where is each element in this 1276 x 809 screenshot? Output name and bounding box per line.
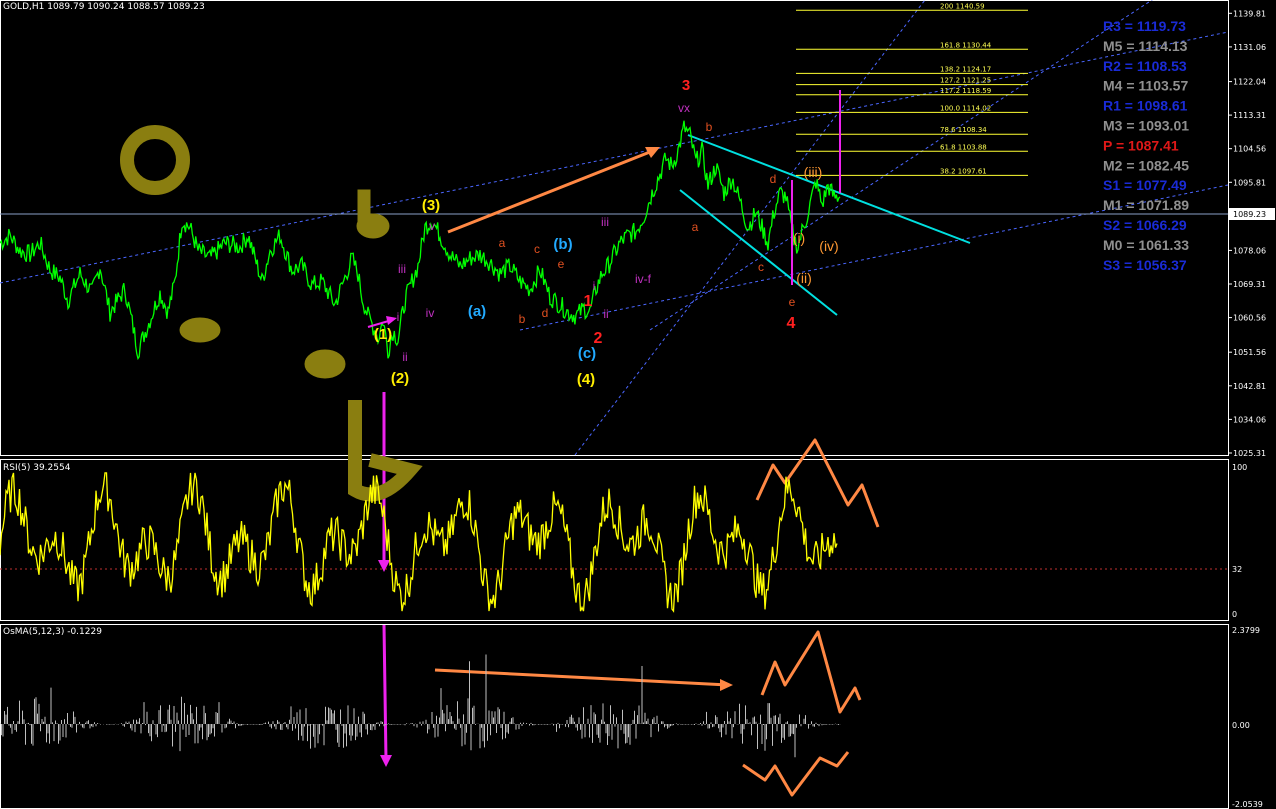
wave-label: c (534, 242, 540, 256)
wave-label: (iv) (819, 238, 838, 254)
wave-label: d (542, 306, 549, 320)
price-tick: 1104.56 (1233, 145, 1266, 154)
rsi-title: RSI(5) 39.2554 (3, 463, 71, 473)
pivot-level: M4 = 1103.57 (1103, 78, 1188, 94)
wave-label: ii (402, 350, 407, 364)
pivot-level: S1 = 1077.49 (1103, 177, 1187, 193)
wave-label: (c) (578, 345, 596, 362)
wave-label: (4) (577, 371, 595, 388)
wave-label: 3 (682, 77, 690, 94)
price-tick: 1078.06 (1233, 246, 1266, 255)
wave-label: iv (426, 306, 435, 320)
fib-label: 161.8 1130.44 (940, 41, 992, 49)
wave-label: a (499, 236, 506, 250)
wave-label: i (593, 279, 596, 293)
osma-tick: -2.0539 (1232, 800, 1263, 809)
price-tick: 1131.06 (1233, 43, 1266, 52)
wave-label: (1) (374, 326, 392, 343)
fib-label: 61.8 1103.88 (940, 143, 987, 151)
wave-label: (3) (422, 197, 440, 214)
wave-label: iv-f (635, 272, 652, 286)
wave-label: d (770, 172, 777, 186)
pivot-level: S2 = 1066.29 (1103, 217, 1187, 233)
wave-labels: 3vxbadce4(iii)(i)(ii)(iv)(3)viiiiviii(1)… (374, 77, 839, 388)
pane-frames (0, 0, 1229, 809)
fib-label: 78.6 1108.34 (940, 126, 987, 134)
annotation-arrows (367, 90, 841, 767)
osma-tick: 2.3799 (1232, 626, 1260, 635)
price-tick: 1069.31 (1233, 280, 1266, 289)
trading-chart[interactable]: 200 1140.59 161.8 1130.44 138.2 1124.17 127… (0, 0, 1276, 809)
wave-label: 4 (787, 315, 796, 332)
rsi-tick: 0 (1232, 610, 1237, 619)
wave-label: 1 (584, 293, 593, 310)
pivot-level: M0 = 1061.33 (1103, 237, 1189, 253)
osma-axis: 2.3799 0.00 -2.0539 (1232, 626, 1263, 809)
rsi-series (0, 472, 838, 613)
pivot-level: R1 = 1098.61 (1103, 98, 1188, 114)
wave-label: a (692, 220, 699, 234)
wave-label: (2) (391, 370, 409, 387)
wave-label: c (758, 260, 764, 274)
pivot-level: M5 = 1114.13 (1103, 38, 1188, 54)
triangle-lines (679, 134, 971, 316)
rsi-axis: 100 32 0 (1232, 463, 1247, 619)
price-tick: 1034.06 (1233, 415, 1266, 424)
wave-label: ii (603, 307, 608, 321)
wave-label: b (519, 312, 526, 326)
rsi-tick: 100 (1232, 463, 1247, 472)
osma-title: OsMA(5,12,3) -0.1229 (3, 627, 102, 637)
fibonacci-levels: 200 1140.59 161.8 1130.44 138.2 1124.17 127… (796, 2, 1028, 176)
rsi-line (0, 472, 838, 613)
price-tick: 1025.31 (1233, 449, 1266, 458)
price-tick: 1095.81 (1233, 178, 1266, 187)
fib-label: 100.0 1114.02 (940, 104, 991, 112)
pivot-levels: R3 = 1119.73 M5 = 1114.13 R2 = 1108.53 M4 =… (1103, 18, 1189, 273)
wave-label: (ii) (796, 270, 812, 286)
main-chart-title: GOLD,H1 1089.79 1090.24 1088.57 1089.23 (3, 2, 205, 12)
price-tick: 1139.81 (1233, 9, 1266, 18)
price-tick: 1051.56 (1233, 348, 1266, 357)
rsi-tick: 32 (1232, 565, 1242, 574)
pivot-level: S3 = 1056.37 (1103, 257, 1187, 273)
osma-bars (0, 654, 841, 758)
fib-label: 138.2 1124.17 (940, 65, 991, 73)
pivot-level: M1 = 1071.89 (1103, 197, 1189, 213)
price-tick: 1060.56 (1233, 314, 1266, 323)
fib-label: 200 1140.59 (940, 2, 985, 10)
pivot-level: R2 = 1108.53 (1103, 58, 1187, 74)
wave-label: iii (601, 215, 609, 229)
osma-histogram (0, 654, 841, 758)
price-tick: 1042.81 (1233, 382, 1266, 391)
current-price-label: 1089.23 (1233, 210, 1266, 219)
wave-label: (b) (553, 236, 572, 253)
wave-label: v (429, 219, 435, 233)
pivot-level: M2 = 1082.45 (1103, 157, 1189, 173)
wave-label: e (789, 295, 796, 309)
pivot-level: M3 = 1093.01 (1103, 118, 1189, 134)
price-tick: 1122.04 (1233, 78, 1266, 87)
price-tick: 1113.31 (1233, 111, 1266, 120)
fib-label: 38.2 1097.61 (940, 167, 987, 175)
forecast-zigzags (742, 438, 880, 797)
wave-label: (i) (793, 230, 805, 246)
wave-label: iii (398, 262, 406, 276)
osma-tick: 0.00 (1232, 721, 1250, 730)
wave-label: i (397, 310, 400, 324)
wave-label: b (706, 120, 713, 134)
wave-label: (iii) (804, 164, 823, 180)
wave-label: (a) (468, 303, 486, 320)
pivot-level: P = 1087.41 (1103, 137, 1179, 153)
fib-label: 117.2 1118.59 (940, 87, 991, 95)
price-axis: 1139.81 1131.06 1122.04 1113.31 1104.56 1095.… (1228, 9, 1266, 458)
wave-label: e (558, 257, 565, 271)
fib-label: 127.2 1121.25 (940, 77, 991, 85)
wave-label: vx (678, 101, 690, 115)
pivot-level: R3 = 1119.73 (1103, 18, 1186, 34)
